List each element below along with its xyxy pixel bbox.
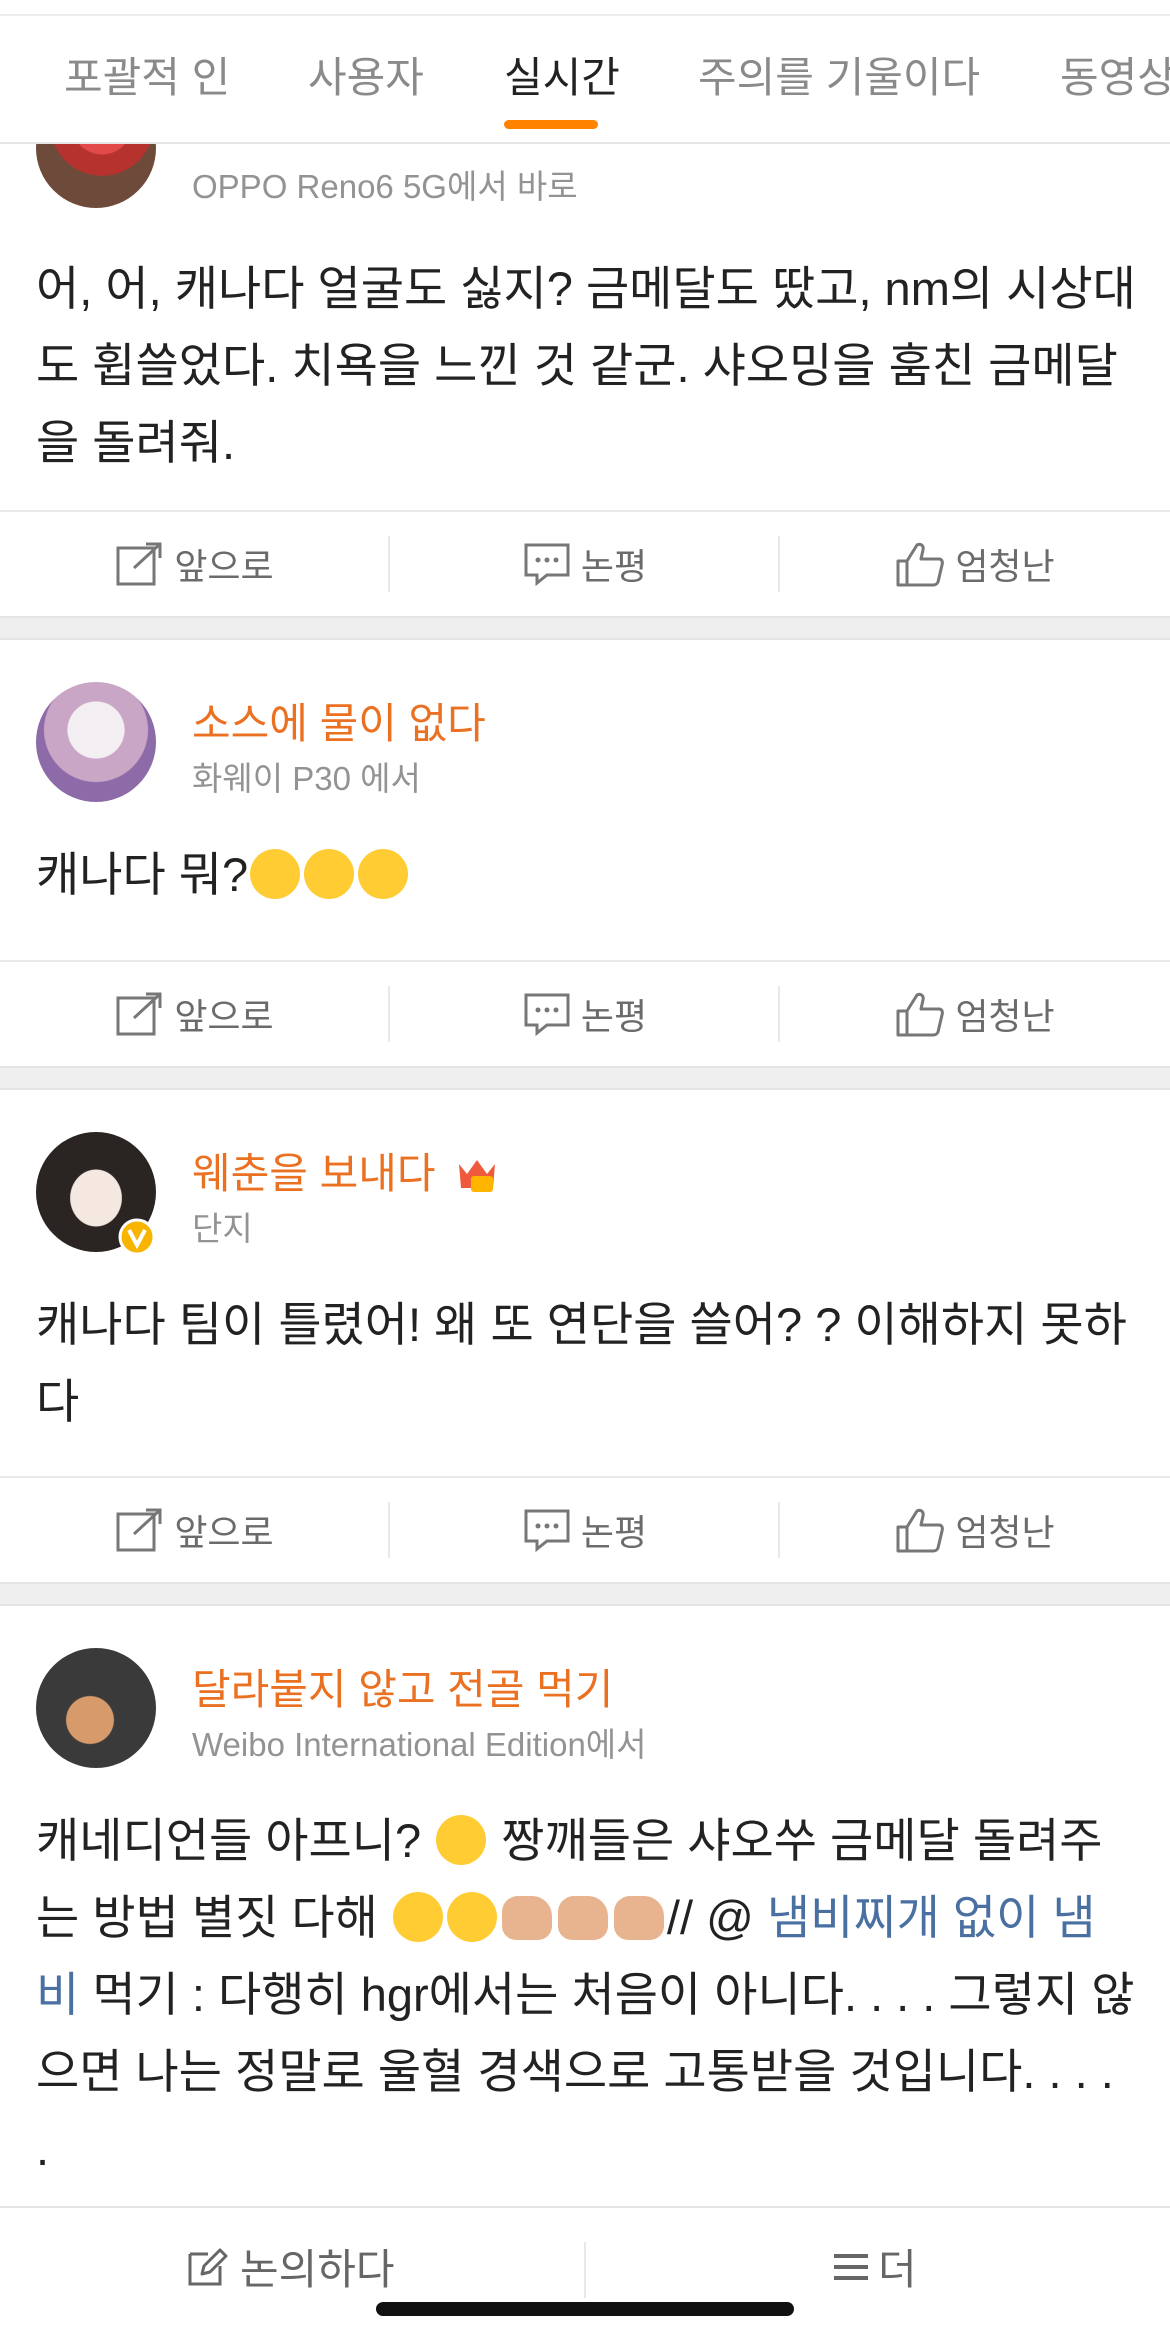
fist-emoji [613,1896,664,1940]
post-separator [0,616,1170,640]
post-separator [0,1066,1170,1090]
tab-users[interactable]: 사용자 [308,44,424,105]
forward-button[interactable]: 앞으로 [0,512,390,616]
post-text-content: 캐나다 뭐? [36,848,249,901]
fist-emoji [557,1896,608,1940]
post-source: Weibo International Edition에서 [192,1726,647,1763]
like-icon [896,542,945,587]
edit-icon [188,2248,228,2285]
dizzy-face-emoji [358,849,409,899]
fist-emoji [501,1896,552,1940]
post-text: 캐나다 뭐? [36,836,1136,913]
tears-of-joy-emoji [446,1892,497,1942]
comment-icon [524,993,570,1036]
forward-label: 앞으로 [174,1512,274,1553]
forward-icon [116,542,162,586]
dizzy-face-emoji [304,849,355,899]
like-icon [896,1508,945,1553]
comment-button[interactable]: 논평 [390,962,780,1066]
username[interactable]: 웨춘을 보내다 [192,1140,499,1201]
post-source: 단지 [192,1210,253,1247]
active-tab-indicator [504,120,598,129]
post-text: 어, 어, 캐나다 얼굴도 싫지? 금메달도 땄고, nm의 시상대도 휩쓸었다… [36,262,1136,469]
comment-label: 논평 [580,1512,648,1553]
like-label: 엄청난 [955,546,1055,587]
discuss-button[interactable]: 논의하다 [186,2236,395,2297]
username[interactable]: 달라붙지 않고 전골 먹기 [192,1656,613,1717]
forward-label: 앞으로 [174,546,274,587]
forward-button[interactable]: 앞으로 [0,962,390,1066]
more-button[interactable]: 더 [834,2236,917,2297]
username-text: 웨춘을 보내다 [192,1150,436,1197]
bottom-bar: 논의하다 더 [0,2206,1170,2348]
comment-label: 논평 [580,546,648,587]
avatar[interactable] [36,1648,156,1768]
like-button[interactable]: 엄청난 [780,962,1170,1066]
forward-icon [116,992,162,1036]
post-action-bar: 앞으로 논평 엄청난 [0,1476,1170,1582]
post-text: 캐나다 팀이 틀렸어! 왜 또 연단을 쓸어? ? 이해하지 못하다 [36,1298,1127,1428]
post-action-bar: 앞으로 논평 엄청난 [0,960,1170,1066]
dizzy-face-emoji [250,849,301,899]
like-button[interactable]: 엄청난 [780,1478,1170,1582]
tab-video[interactable]: 동영상 [1060,44,1170,105]
post-text: 캐네디언들 아프니? 짱깨들은 샤오쑤 금메달 돌려주는 방법 별짓 다해 //… [36,1802,1136,2187]
like-button[interactable]: 엄청난 [780,512,1170,616]
divider [584,2242,586,2298]
like-label: 엄청난 [955,996,1055,1037]
tab-bar: 포괄적 인 사용자 실시간 주의를 기울이다 동영상 [0,0,1170,144]
tears-of-joy-emoji [392,1892,443,1942]
home-indicator[interactable] [376,2302,794,2316]
post-source: OPPO Reno6 5G에서 바로 [192,168,578,205]
comment-icon [524,1509,570,1552]
discuss-label: 논의하다 [240,2246,395,2293]
post-action-bar: 앞으로 논평 엄청난 [0,510,1170,616]
tab-comprehensive[interactable]: 포괄적 인 [64,44,230,105]
avatar[interactable] [36,682,156,802]
comment-label: 논평 [580,996,648,1037]
comment-button[interactable]: 논평 [390,1478,780,1582]
post-text-part: 먹기 : 다행히 hgr에서는 처음이 아니다. . . . 그렇지 않으면 나… [36,1968,1135,2175]
forward-button[interactable]: 앞으로 [0,1478,390,1582]
post-source: 화웨이 P30 에서 [192,760,421,797]
like-icon [896,992,945,1037]
tab-following[interactable]: 주의를 기울이다 [698,44,980,105]
username[interactable]: 소스에 물이 없다 [192,690,486,751]
verified-badge-icon [118,1218,156,1256]
post-text-part: // @ [666,1891,754,1944]
post-text-part: 캐네디언들 아프니? [36,1814,422,1867]
sweat-smile-emoji [436,1815,487,1865]
post-card: 소스에 물이 없다 화웨이 P30 에서 캐나다 뭐? [0,640,1170,960]
crown-badge-icon [459,1160,496,1192]
comment-icon [524,543,570,586]
like-label: 엄청난 [955,1512,1055,1553]
forward-label: 앞으로 [174,996,274,1037]
post-card: 웨춘을 보내다 단지 캐나다 팀이 틀렸어! 왜 또 연단을 쓸어? ? 이해하… [0,1090,1170,1476]
forward-icon [116,1508,162,1552]
menu-icon [834,2253,868,2280]
post-separator [0,1582,1170,1606]
more-label: 더 [878,2246,917,2293]
tab-realtime[interactable]: 실시간 [504,44,620,105]
comment-button[interactable]: 논평 [390,512,780,616]
post-card: 달라붙지 않고 전골 먹기 Weibo International Editio… [0,1606,1170,2206]
status-divider [0,14,1170,16]
